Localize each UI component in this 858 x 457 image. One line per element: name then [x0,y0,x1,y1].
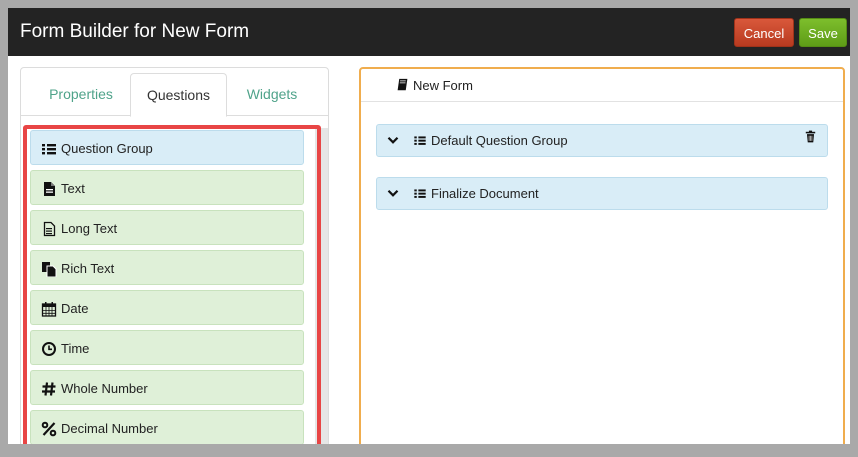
form-canvas: New Form Default Question Group Finalize… [359,67,845,444]
question-list-scrollbar[interactable] [315,128,328,444]
question-type-long-text[interactable]: Long Text [30,210,304,245]
question-type-time[interactable]: Time [30,330,304,365]
list-icon [414,136,426,145]
question-type-whole-number[interactable]: Whole Number [30,370,304,405]
question-type-label: Rich Text [61,261,115,276]
trash-icon[interactable] [805,130,816,143]
question-group-label: Default Question Group [431,133,568,148]
builder-sidebar: Properties Questions Widgets Question Gr… [20,67,329,444]
question-type-label: Long Text [61,221,118,236]
tab-widgets[interactable]: Widgets [227,73,317,116]
tab-questions[interactable]: Questions [130,73,227,117]
copy-icon [42,262,57,277]
question-type-label: Time [61,341,90,356]
percent-icon [41,421,57,437]
save-button[interactable]: Save [799,18,847,47]
document-icon [44,182,55,196]
document-outline-icon [43,221,56,237]
book-icon [397,78,408,91]
chevron-down-icon[interactable] [387,134,399,146]
sidebar-tabs: Properties Questions Widgets [21,68,328,117]
form-title: New Form [413,78,473,93]
question-group-row[interactable]: Default Question Group [376,124,828,157]
question-type-label: Question Group [61,141,153,156]
chevron-down-icon[interactable] [387,187,399,199]
question-type-rich-text[interactable]: Rich Text [30,250,304,285]
form-header: New Form [361,69,843,102]
tab-properties[interactable]: Properties [33,73,129,116]
question-group-label: Finalize Document [431,186,539,201]
cancel-button[interactable]: Cancel [734,18,794,47]
list-icon [414,189,426,198]
calendar-icon [41,302,57,317]
question-type-question-group[interactable]: Question Group [30,130,304,165]
question-type-label: Decimal Number [61,421,158,436]
app-window: Form Builder for New Form Cancel Save Pr… [8,8,850,444]
top-bar: Form Builder for New Form Cancel Save [8,8,850,56]
clock-icon [42,342,56,356]
page-title: Form Builder for New Form [20,21,250,42]
question-type-label: Whole Number [61,381,148,396]
question-type-date[interactable]: Date [30,290,304,325]
question-type-label: Text [61,181,85,196]
list-icon [42,144,56,155]
question-group-row[interactable]: Finalize Document [376,177,828,210]
question-type-decimal-number[interactable]: Decimal Number [30,410,304,444]
hash-icon [42,382,56,396]
question-type-label: Date [61,301,89,316]
question-type-text[interactable]: Text [30,170,304,205]
